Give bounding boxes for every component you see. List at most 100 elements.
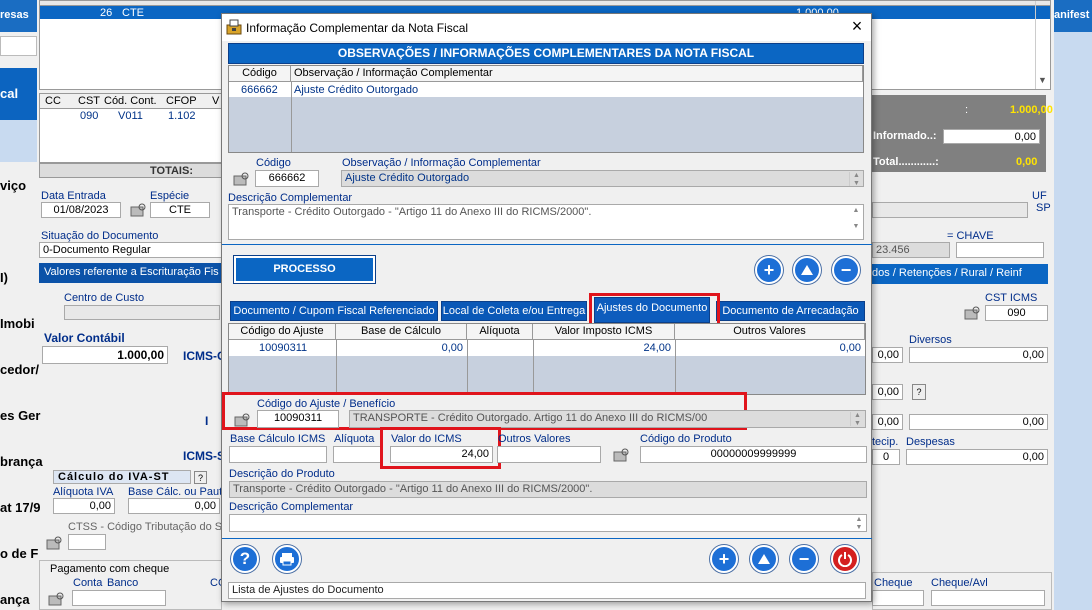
bg-value-field[interactable]: 0,00: [872, 384, 903, 400]
sidebar-item-label[interactable]: o de F: [0, 546, 38, 561]
cheque-avl-field[interactable]: [931, 590, 1045, 606]
table-header[interactable]: Código do Ajuste: [229, 324, 336, 340]
tab-documento-arrecadacao[interactable]: Documento de Arrecadação: [716, 301, 865, 321]
sidebar-item-label[interactable]: at 17/9: [0, 500, 40, 515]
help-icon[interactable]: ?: [231, 545, 259, 573]
situacao-field[interactable]: 0-Documento Regular: [39, 242, 222, 258]
scroll-arrows-icon[interactable]: ▲ ▼: [850, 412, 864, 427]
move-up-icon[interactable]: [750, 545, 778, 573]
remove-icon[interactable]: −: [790, 545, 818, 573]
valor-icms-field[interactable]: 24,00: [390, 446, 493, 463]
tab-local-coleta[interactable]: Local de Coleta e/ou Entrega: [441, 301, 587, 321]
base-calc-icms-field[interactable]: [229, 446, 327, 463]
table-cell[interactable]: 0,00: [336, 341, 463, 356]
table-cell[interactable]: 24,00: [533, 341, 671, 356]
sidebar-item-label[interactable]: Imobi: [0, 316, 35, 331]
bg-value-field[interactable]: 0,00: [872, 414, 903, 430]
lookup-icon[interactable]: [128, 202, 148, 218]
table-header[interactable]: Base de Cálculo: [336, 324, 467, 340]
desc-comp2-textarea[interactable]: [229, 514, 867, 532]
conta-banco-field[interactable]: [72, 590, 166, 606]
lookup-icon[interactable]: [232, 412, 252, 428]
uf-value: SP: [1036, 202, 1051, 214]
sidebar-item-label[interactable]: cedor/: [0, 362, 39, 377]
sidebar-input[interactable]: [0, 36, 37, 56]
lookup-icon[interactable]: [962, 305, 982, 321]
pagamento-label: Pagamento com cheque: [50, 563, 170, 575]
sidebar-item-label[interactable]: I): [0, 270, 8, 285]
sidebar-item-label[interactable]: viço: [0, 178, 26, 193]
aliquota-field[interactable]: [333, 446, 383, 463]
centro-custo-field[interactable]: [64, 305, 220, 320]
add-icon[interactable]: +: [710, 545, 738, 573]
lookup-icon[interactable]: [231, 171, 251, 187]
table-header[interactable]: Observação / Informação Complementar: [291, 66, 863, 82]
doc-num-field[interactable]: 23.456: [872, 242, 950, 258]
antecip-field[interactable]: 0: [872, 449, 900, 465]
outros-valores-field[interactable]: [497, 446, 601, 463]
obs-field[interactable]: Ajuste Crédito Outorgado: [341, 170, 864, 187]
totals-label: TOTAIS:: [150, 165, 193, 177]
especie-field[interactable]: CTE: [150, 202, 210, 218]
lookup-icon[interactable]: [611, 447, 631, 463]
status-bar: Lista de Ajustes do Documento: [228, 582, 866, 599]
table-cell: CTE: [122, 7, 144, 19]
tab-documento-cupom[interactable]: Documento / Cupom Fiscal Referenciado: [230, 301, 438, 321]
cheque-label: Cheque: [874, 577, 913, 589]
ajustes-table: Código do Ajuste Base de Cálculo Alíquot…: [228, 323, 866, 395]
lookup-icon[interactable]: [46, 591, 66, 607]
scroll-arrows-icon[interactable]: ▲ ▼: [852, 516, 866, 531]
bg-field[interactable]: [872, 202, 1028, 218]
table-header[interactable]: Código: [229, 66, 291, 82]
valor-contabil-field[interactable]: 1.000,00: [42, 346, 168, 364]
table-cell[interactable]: Ajuste Crédito Outorgado: [294, 83, 418, 98]
sidebar-item-label[interactable]: ança: [0, 592, 30, 607]
sidebar-item-label[interactable]: brança: [0, 454, 43, 469]
close-icon[interactable]: ×: [842, 14, 872, 40]
table-cell[interactable]: 0,00: [675, 341, 861, 356]
info-complementar-dialog: Informação Complementar da Nota Fiscal ×…: [221, 13, 872, 602]
move-up-icon[interactable]: [793, 256, 821, 284]
codigo-field[interactable]: 666662: [255, 170, 319, 187]
print-icon[interactable]: [273, 545, 301, 573]
lookup-icon[interactable]: [44, 535, 64, 551]
desc-comp2-label: Descrição Complementar: [229, 501, 354, 513]
scroll-down-icon[interactable]: ▼: [1038, 75, 1047, 85]
sidebar-item-label: cal: [0, 86, 19, 101]
data-entrada-field[interactable]: 01/08/2023: [41, 202, 121, 218]
obs-table: Código Observação / Informação Complemen…: [228, 65, 864, 153]
dialog-title-bar[interactable]: Informação Complementar da Nota Fiscal ×: [222, 14, 871, 41]
desc-comp-textarea[interactable]: Transporte - Crédito Outorgado - "Artigo…: [228, 204, 864, 240]
cheque-field[interactable]: [872, 590, 924, 606]
informado-field[interactable]: 0,00: [943, 129, 1040, 144]
table-header[interactable]: Outros Valores: [675, 324, 865, 340]
bg-value-field[interactable]: 0,00: [872, 347, 903, 363]
diversos-field[interactable]: 0,00: [909, 347, 1048, 363]
add-icon[interactable]: +: [755, 256, 783, 284]
totals-row: [39, 163, 224, 178]
table-cell[interactable]: 666662: [241, 83, 278, 98]
scroll-arrows-icon[interactable]: ▲ ▼: [849, 207, 863, 237]
help-icon[interactable]: ?: [912, 384, 926, 400]
table-header[interactable]: Alíquota: [467, 324, 533, 340]
base-calc-field[interactable]: 0,00: [128, 498, 220, 514]
help-icon[interactable]: ?: [194, 471, 207, 484]
table-header[interactable]: Valor Imposto ICMS: [533, 324, 675, 340]
cod-produto-field[interactable]: 00000009999999: [640, 446, 867, 463]
bg-value-field[interactable]: 0,00: [909, 414, 1048, 430]
despesas-field[interactable]: 0,00: [906, 449, 1048, 465]
ctss-field[interactable]: [68, 534, 106, 550]
scroll-arrows-icon[interactable]: ▲ ▼: [849, 172, 863, 187]
sidebar-item-label[interactable]: es Ger: [0, 408, 40, 423]
desc-produto-field[interactable]: Transporte - Crédito Outorgado - "Artigo…: [229, 481, 867, 498]
chave-field[interactable]: [956, 242, 1044, 258]
power-icon[interactable]: [831, 545, 859, 573]
aliquota-iva-field[interactable]: 0,00: [53, 498, 115, 514]
cst-icms-field[interactable]: 090: [985, 305, 1048, 321]
cod-ajuste-desc-field[interactable]: TRANSPORTE - Crédito Outorgado. Artigo 1…: [349, 410, 866, 428]
table-cell[interactable]: 10090311: [259, 341, 307, 356]
antecip-label: tecip.: [872, 436, 899, 448]
cod-ajuste-field[interactable]: 10090311: [257, 410, 339, 428]
remove-icon[interactable]: −: [832, 256, 860, 284]
informado-label: Informado..:: [873, 130, 937, 142]
